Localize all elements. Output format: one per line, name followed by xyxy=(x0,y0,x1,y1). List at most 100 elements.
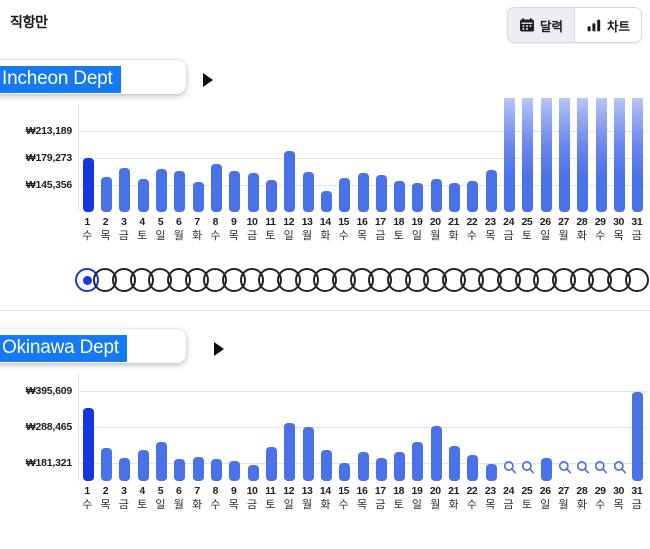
tab-calendar[interactable]: 달력 xyxy=(507,8,574,42)
bar[interactable] xyxy=(412,442,424,481)
bar[interactable] xyxy=(375,174,387,212)
x-axis-weekday: 목 xyxy=(100,230,111,242)
bar[interactable] xyxy=(192,457,204,481)
bar[interactable] xyxy=(119,167,131,212)
bar[interactable] xyxy=(357,173,369,212)
day-dot[interactable] xyxy=(624,268,649,292)
bar[interactable] xyxy=(100,177,112,212)
x-axis-tick: 21 화 xyxy=(445,216,463,244)
magnifier-icon[interactable] xyxy=(594,460,608,480)
bar[interactable] xyxy=(449,445,461,481)
bar[interactable] xyxy=(210,458,222,481)
x-axis-weekday: 월 xyxy=(430,499,441,511)
x-axis-day-number: 10 xyxy=(246,216,258,228)
bar[interactable] xyxy=(339,178,351,212)
bar[interactable] xyxy=(577,98,589,212)
bar[interactable] xyxy=(137,449,149,481)
magnifier-icon[interactable] xyxy=(576,460,590,480)
x-axis-day-number: 3 xyxy=(121,485,127,497)
bar[interactable] xyxy=(302,427,314,481)
bar[interactable] xyxy=(155,169,167,212)
calendar-icon xyxy=(519,17,535,33)
bar[interactable] xyxy=(394,180,406,212)
magnifier-icon[interactable] xyxy=(558,460,572,480)
bar[interactable] xyxy=(137,179,149,212)
x-axis-weekday: 일 xyxy=(540,499,551,511)
bar[interactable] xyxy=(540,98,552,212)
bar[interactable] xyxy=(174,170,186,212)
x-axis-day-number: 2 xyxy=(102,216,109,228)
bar[interactable] xyxy=(412,182,424,212)
bar[interactable] xyxy=(595,98,607,212)
bar[interactable] xyxy=(82,158,94,212)
x-axis-day-number: 16 xyxy=(356,485,368,497)
x-axis-day-number: 8 xyxy=(212,216,219,228)
x-axis-day-number: 25 xyxy=(521,216,533,228)
x-axis-tick: 1수 xyxy=(78,216,96,244)
bar[interactable] xyxy=(522,98,534,212)
bar[interactable] xyxy=(302,172,314,212)
bar[interactable] xyxy=(430,179,442,212)
bar[interactable] xyxy=(119,458,131,481)
bar[interactable] xyxy=(485,464,497,481)
bar[interactable] xyxy=(320,191,332,212)
bar[interactable] xyxy=(210,163,222,212)
bar[interactable] xyxy=(229,170,241,212)
bar[interactable] xyxy=(467,455,479,481)
bar[interactable] xyxy=(155,441,167,481)
bar[interactable] xyxy=(320,450,332,481)
dept-title[interactable]: Okinawa Dept xyxy=(0,335,127,362)
bar[interactable] xyxy=(485,170,497,212)
play-triangle-icon[interactable] xyxy=(203,73,213,87)
day-selector-dots[interactable] xyxy=(75,268,649,294)
x-axis-tick: 31 금 xyxy=(628,216,646,244)
bar[interactable] xyxy=(357,451,369,481)
bar[interactable] xyxy=(504,98,516,212)
bar[interactable] xyxy=(430,426,442,481)
magnifier-icon[interactable] xyxy=(521,460,535,480)
bar[interactable] xyxy=(540,458,552,481)
bar[interactable] xyxy=(265,179,277,212)
tab-chart[interactable]: 차트 xyxy=(573,8,641,42)
magnifier-icon[interactable] xyxy=(503,460,517,480)
bar[interactable] xyxy=(632,98,644,212)
x-axis-day-number: 23 xyxy=(484,216,496,228)
x-axis-day-number: 23 xyxy=(484,485,496,497)
bar[interactable] xyxy=(394,452,406,481)
dept-title[interactable]: Incheon Dept xyxy=(0,66,121,93)
bar[interactable] xyxy=(449,183,461,212)
x-axis-tick: 19 일 xyxy=(408,216,426,244)
bar[interactable] xyxy=(467,181,479,212)
bar[interactable] xyxy=(247,465,259,481)
x-axis-tick: 28 화 xyxy=(573,485,591,513)
x-axis-okinawa: 1 수 2 목 3 금 4 토 5 일 6 월 7 화 8 수 9 목 10 금 11 토 12 일 13 월 14 화 15 수 16 목 1… xyxy=(78,485,646,517)
bar[interactable] xyxy=(375,458,387,481)
bar[interactable] xyxy=(174,459,186,481)
bar[interactable] xyxy=(100,448,112,481)
play-triangle-icon[interactable] xyxy=(214,342,224,356)
x-axis-tick: 22 수 xyxy=(463,216,481,244)
chart-incheon: ₩213,189 ₩179,273 ₩145,356 xyxy=(0,98,650,212)
x-axis-tick: 7화 xyxy=(188,485,206,513)
bar[interactable] xyxy=(247,172,259,212)
x-axis-day-number: 24 xyxy=(503,216,515,228)
bar[interactable] xyxy=(229,461,241,481)
bar[interactable] xyxy=(192,182,204,212)
bar[interactable] xyxy=(614,98,626,212)
bar[interactable] xyxy=(284,423,296,481)
x-axis-tick: 4토 xyxy=(133,485,151,513)
x-axis-tick: 29 수 xyxy=(591,216,609,244)
bar[interactable] xyxy=(339,463,351,481)
bar[interactable] xyxy=(265,447,277,481)
bar[interactable] xyxy=(559,98,571,212)
magnifier-icon[interactable] xyxy=(613,460,627,480)
x-axis-weekday: 일 xyxy=(155,230,166,242)
x-axis-weekday: 일 xyxy=(411,230,423,242)
x-axis-tick: 27 월 xyxy=(555,216,573,244)
bar[interactable] xyxy=(82,408,94,481)
bar[interactable] xyxy=(284,150,296,212)
x-axis-tick: 31 금 xyxy=(628,485,646,513)
view-mode-toggle[interactable]: 달력 차트 xyxy=(506,7,642,43)
bar[interactable] xyxy=(632,392,644,481)
x-axis-tick: 24 금 xyxy=(500,485,518,513)
